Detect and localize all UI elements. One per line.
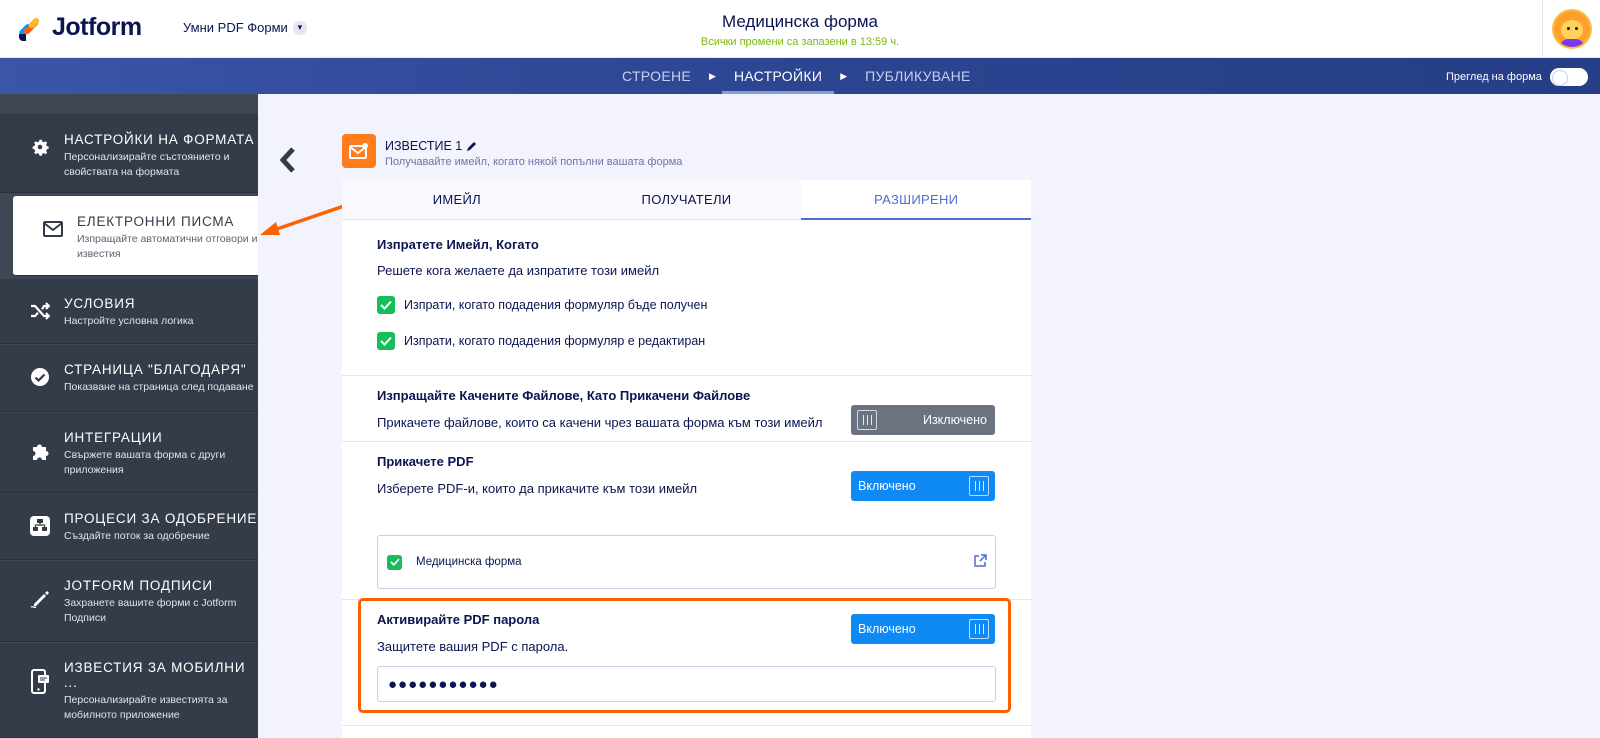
logo-text: Jotform [52,13,142,41]
flow-icon [28,514,52,538]
sidebar-item-thank-you[interactable]: СТРАНИЦА "БЛАГОДАРЯ" Показване на страни… [0,345,258,412]
sidebar-item-signatures[interactable]: JOTFORM ПОДПИСИ Захранете вашите форми с… [0,561,258,642]
toggle-state: Изключено [922,413,987,427]
attach-pdf-toggle[interactable]: Включено [851,471,995,501]
top-bar: Jotform Умни PDF Форми ▾ Медицинска форм… [0,0,1600,58]
nav-bar: СТРОЕНЕ ▶ НАСТРОЙКИ ▶ ПУБЛИКУВАНЕ Прегле… [0,58,1600,94]
chevron-down-icon: ▾ [292,20,307,35]
jotform-logo[interactable]: Jotform [16,13,142,42]
notification-title-text: ИЗВЕСТИЕ 1 [385,139,463,153]
sidebar-item-desc: Свържете вашата форма с други приложения [64,449,226,476]
sidebar-item-mobile-notifications[interactable]: ИЗВЕСТИЯ ЗА МОБИЛНИ ... Персонализирайте… [0,643,258,738]
nav-tab-settings[interactable]: НАСТРОЙКИ [721,58,835,94]
sidebar-item-desc: Създайте поток за одобрение [64,530,210,542]
email-tabs: ИМЕЙЛ ПОЛУЧАТЕЛИ РАЗШИРЕНИ [342,180,1032,220]
pencil-icon[interactable] [466,140,478,152]
sidebar-item-title: НАСТРОЙКИ НА ФОРМАТА [64,132,255,147]
checkbox-checked-icon [377,296,395,314]
envelope-icon [41,217,65,241]
annotation-arrow-icon [260,204,345,235]
sidebar-item-title: JOTFORM ПОДПИСИ [64,578,213,593]
sidebar-item-desc: Персонализирайте състоянието и свойстват… [64,151,230,178]
divider [342,441,1031,442]
send-when-desc: Решете кога желаете да изпратите този им… [377,263,660,278]
toggle-knob [969,476,989,496]
sidebar-item-title: СТРАНИЦА "БЛАГОДАРЯ" [64,362,247,377]
sidebar-item-title: ИНТЕГРАЦИИ [64,430,163,445]
attachments-toggle[interactable]: Изключено [851,405,995,435]
sidebar-item-approvals[interactable]: ПРОЦЕСИ ЗА ОДОБРЕНИЕ Създайте поток за о… [0,494,258,560]
nav-tabs: СТРОЕНЕ ▶ НАСТРОЙКИ ▶ ПУБЛИКУВАНЕ [610,58,983,94]
sidebar-item-form-settings[interactable]: НАСТРОЙКИ НА ФОРМАТА Персонализирайте съ… [0,114,258,193]
email-notification-icon [342,134,376,168]
divider [342,725,1031,726]
nav-tab-publish[interactable]: ПУБЛИКУВАНЕ [853,58,983,94]
pen-icon [28,586,52,610]
toggle-state: Включено [858,479,916,493]
check-circle-icon [28,365,52,389]
toggle-knob [857,410,877,430]
chevron-left-icon [279,147,295,173]
sidebar-item-title: ИЗВЕСТИЯ ЗА МОБИЛНИ ... [64,660,246,690]
preview-label: Преглед на форма [1446,71,1542,83]
chevron-right-icon: ▶ [840,70,848,81]
send-on-edit-checkbox[interactable]: Изпрати, когато подадения формуляр е ред… [377,332,705,350]
send-when-title: Изпратете Имейл, Когато [377,237,539,252]
pdf-name: Медицинска форма [416,556,522,568]
shuffle-icon [28,299,52,323]
back-button[interactable] [278,145,298,175]
sidebar-item-integrations[interactable]: ИНТЕГРАЦИИ Свържете вашата форма с други… [0,413,258,493]
gear-icon [28,135,52,159]
checkbox-label: Изпрати, когато подадения формуляр бъде … [404,298,708,312]
mobile-icon [28,669,52,694]
highlight-box [358,598,1011,713]
tab-recipients[interactable]: ПОЛУЧАТЕЛИ [572,180,802,219]
form-switcher-label: Умни PDF Форми [183,20,288,35]
sidebar-item-title: ЕЛЕКТРОННИ ПИСМА [77,214,235,229]
preview-toggle[interactable] [1549,68,1588,86]
avatar-button[interactable] [1542,0,1600,58]
notification-title[interactable]: ИЗВЕСТИЕ 1 [385,139,682,153]
attachments-title: Изпращайте Качените Файлове, Като Прикач… [377,388,751,403]
title-block: Медицинска форма Всички промени са запаз… [600,12,1000,48]
sidebar-item-desc: Показване на страница след подаване [64,381,254,393]
puzzle-icon [28,440,52,464]
sidebar-item-desc: Настройте условна логика [64,315,194,327]
save-status: Всички промени са запазени в 13:59 ч. [700,36,900,48]
settings-sidebar: НАСТРОЙКИ НА ФОРМАТА Персонализирайте съ… [0,94,258,738]
attach-pdf-title: Прикачете PDF [377,454,474,469]
divider [342,375,1031,376]
notification-header: ИЗВЕСТИЕ 1 Получавайте имейл, когато няк… [342,134,682,168]
sidebar-item-conditions[interactable]: УСЛОВИЯ Настройте условна логика [0,279,258,344]
form-title[interactable]: Медицинска форма [600,12,1000,32]
checkbox-checked-icon [377,332,395,350]
sidebar-item-emails[interactable]: ЕЛЕКТРОННИ ПИСМА Изпращайте автоматични … [13,196,258,276]
avatar [1551,9,1592,49]
checkbox-checked-icon[interactable] [387,554,402,570]
jotform-logo-icon [16,15,42,41]
form-switcher[interactable]: Умни PDF Форми ▾ [183,20,307,35]
chevron-right-icon: ▶ [709,70,716,81]
sidebar-item-desc: Захранете вашите форми с Jotform Подписи [64,597,237,624]
sidebar-item-desc: Изпращайте автоматични отговори и извест… [77,233,258,260]
notification-subtitle: Получавайте имейл, когато някой попълни … [385,156,683,168]
pdf-list-item[interactable]: Медицинска форма [377,535,996,589]
checkbox-label: Изпрати, когато подадения формуляр е ред… [404,334,706,348]
send-on-submit-checkbox[interactable]: Изпрати, когато подадения формуляр бъде … [377,296,707,314]
attachments-desc: Прикачете файлове, които са качени чрез … [377,415,823,430]
form-preview: Преглед на форма [1446,68,1588,86]
external-link-icon[interactable] [973,554,987,568]
nav-tab-build[interactable]: СТРОЕНЕ [610,58,703,94]
sidebar-item-title: УСЛОВИЯ [64,296,136,311]
tab-email[interactable]: ИМЕЙЛ [342,180,572,219]
sidebar-item-desc: Персонализирайте известията за мобилното… [64,694,228,721]
tab-advanced[interactable]: РАЗШИРЕНИ [801,180,1032,220]
sidebar-item-title: ПРОЦЕСИ ЗА ОДОБРЕНИЕ [64,511,258,526]
attach-pdf-desc: Изберете PDF-и, които да прикачите към т… [377,481,698,496]
